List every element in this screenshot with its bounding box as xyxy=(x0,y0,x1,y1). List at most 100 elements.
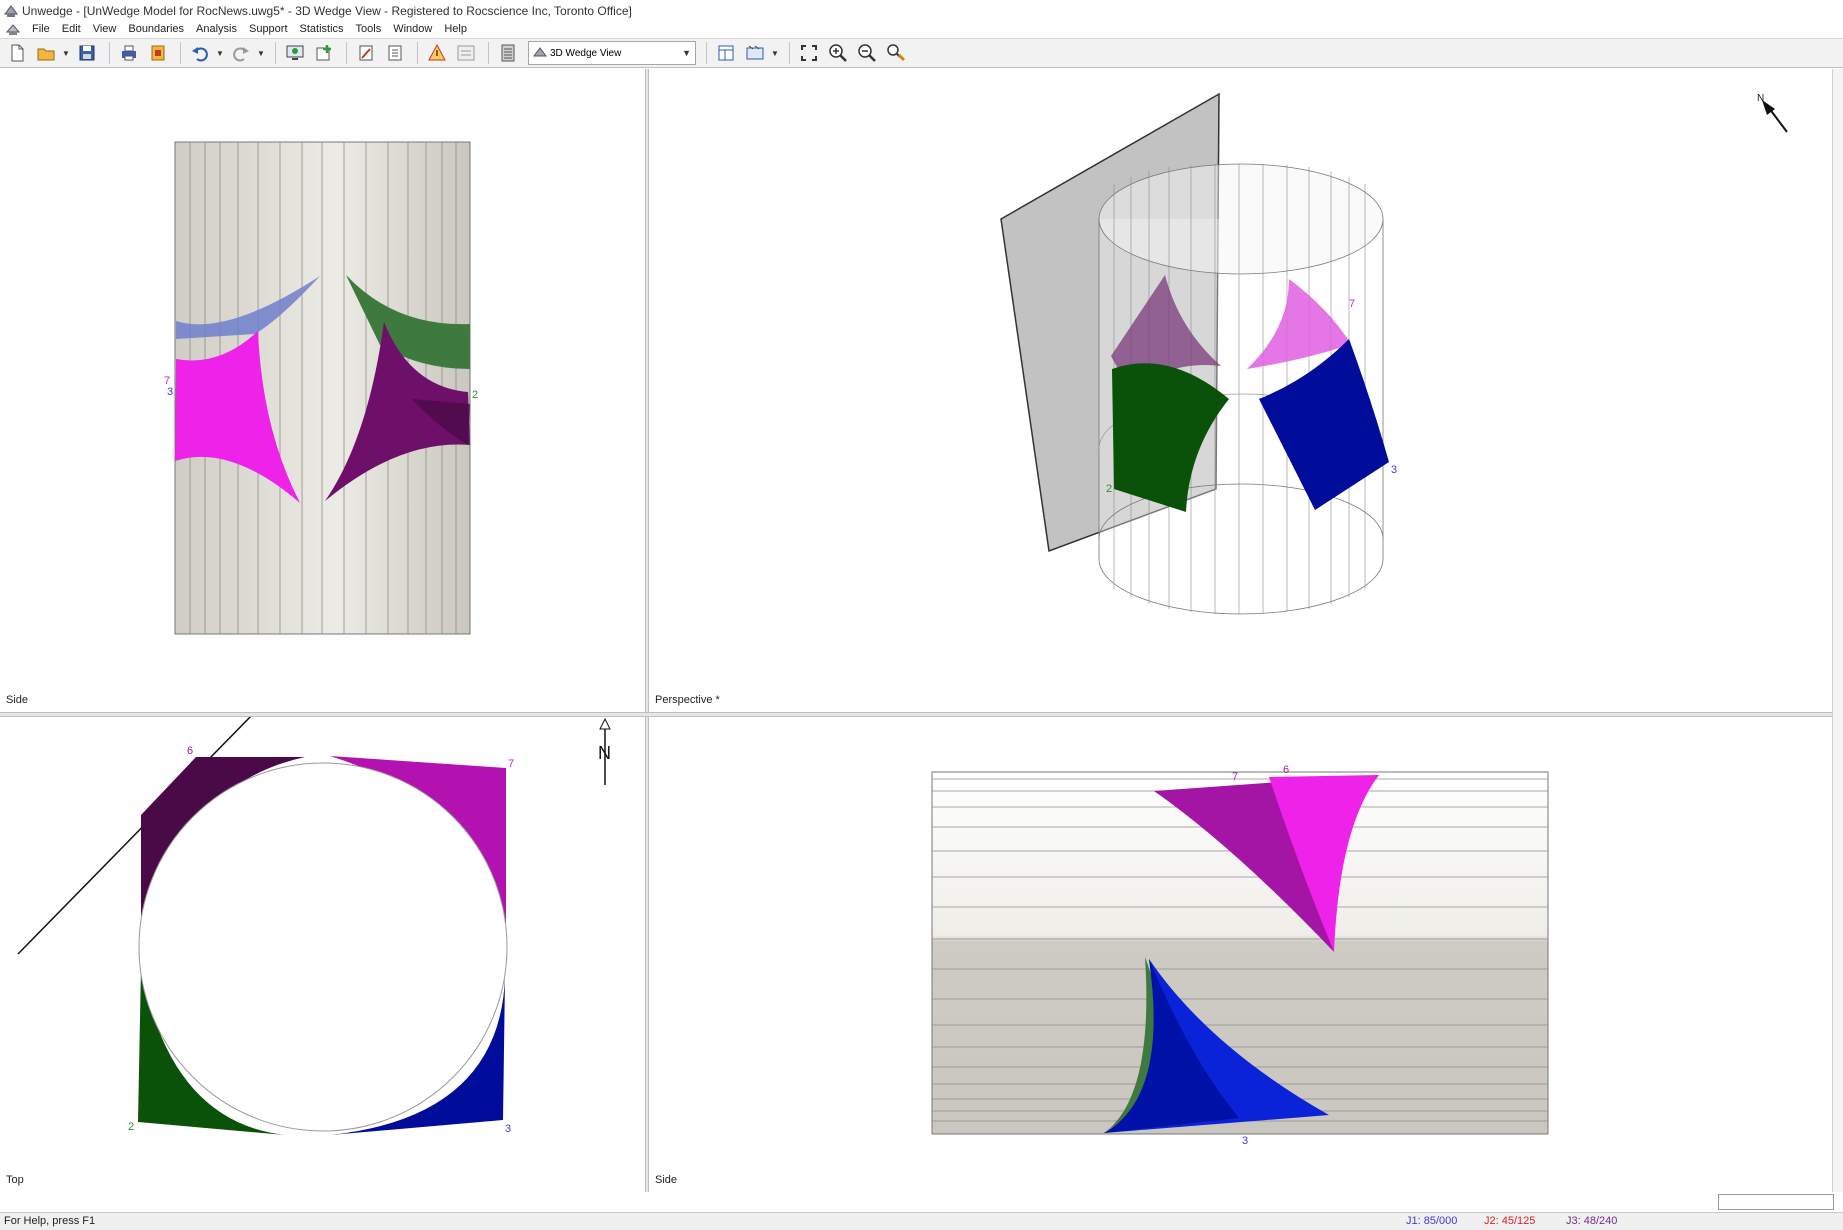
side-view-scene: 7 3 2 xyxy=(164,141,478,635)
open-button[interactable] xyxy=(33,41,59,65)
pane-label-perspective: Perspective * xyxy=(655,694,720,706)
properties-button[interactable] xyxy=(495,41,521,65)
label-wedge-7: 7 xyxy=(508,758,514,770)
label-wedge-3: 3 xyxy=(167,386,173,398)
joint-1-orientation: J1: 85/000 xyxy=(1406,1215,1458,1227)
north-label: N xyxy=(1757,93,1764,104)
print-button[interactable] xyxy=(116,41,142,65)
toolbar-separator xyxy=(417,42,418,64)
right-edge-bar[interactable] xyxy=(1832,69,1843,1192)
undo-button[interactable] xyxy=(187,41,213,65)
status-help-text: For Help, press F1 xyxy=(4,1215,96,1227)
menu-analysis[interactable]: Analysis xyxy=(190,23,243,35)
title-bar: Unwedge - [UnWedge Model for RocNews.uwg… xyxy=(0,0,1843,21)
toolbar-separator xyxy=(706,42,707,64)
north-arrow-icon: N xyxy=(598,717,611,785)
open-folder-icon xyxy=(37,48,55,61)
redo-button[interactable] xyxy=(228,41,254,65)
properties-icon xyxy=(501,44,515,62)
pane-label-side-2: Side xyxy=(655,1174,678,1186)
new-file-icon xyxy=(11,44,24,62)
toolbar-separator xyxy=(109,42,110,64)
tunnel-section xyxy=(138,762,508,1132)
app-icon xyxy=(4,4,18,17)
save-button[interactable] xyxy=(74,41,100,65)
redo-icon xyxy=(233,47,249,62)
edit-icon xyxy=(359,45,373,61)
edit-button[interactable] xyxy=(353,41,379,65)
perspective-view-scene: 7 2 3 N xyxy=(1000,92,1788,615)
report-button[interactable] xyxy=(382,41,408,65)
zoom-in-icon xyxy=(829,44,847,62)
joint-3-orientation: J3: 48/240 xyxy=(1566,1215,1618,1227)
menu-bar: File Edit View Boundaries Analysis Suppo… xyxy=(0,21,1843,37)
open-dropdown-caret[interactable]: ▼ xyxy=(62,41,70,65)
zoom-in-button[interactable] xyxy=(825,41,851,65)
display-button[interactable] xyxy=(742,41,768,65)
toolbar-separator xyxy=(488,42,489,64)
info-icon xyxy=(457,45,475,61)
perspective-view-pane[interactable]: 7 2 3 N Perspective * xyxy=(649,69,1832,712)
side-view-pane[interactable]: 7 3 2 Side xyxy=(0,69,645,712)
menu-support[interactable]: Support xyxy=(243,23,294,35)
top-view-pane[interactable]: 6 7 2 3 N Top xyxy=(0,717,645,1192)
warning-button[interactable] xyxy=(424,41,450,65)
redo-dropdown-caret[interactable]: ▼ xyxy=(257,41,265,65)
side-view-2-scene: 7 6 3 xyxy=(931,764,1549,1147)
monitor-button[interactable] xyxy=(282,41,308,65)
warning-icon xyxy=(428,43,446,61)
display-icon xyxy=(746,45,764,60)
label-wedge-6: 6 xyxy=(1283,764,1289,776)
north-label: N xyxy=(598,743,611,763)
export-button[interactable] xyxy=(145,41,171,65)
monitor-icon xyxy=(286,45,304,60)
status-progress-box xyxy=(1718,1194,1834,1210)
menu-tools[interactable]: Tools xyxy=(350,23,388,35)
display-dropdown-caret[interactable]: ▼ xyxy=(771,41,779,65)
label-wedge-3: 3 xyxy=(505,1123,511,1135)
toolbar: ▼ ▼ ▼ 3D Wedge View ▼ ▼ xyxy=(0,38,1843,68)
label-wedge-7: 7 xyxy=(1232,771,1238,783)
menu-view[interactable]: View xyxy=(87,23,123,35)
view-select[interactable]: 3D Wedge View ▼ xyxy=(528,41,696,65)
menu-edit[interactable]: Edit xyxy=(56,23,87,35)
undo-dropdown-caret[interactable]: ▼ xyxy=(216,41,224,65)
label-wedge-7: 7 xyxy=(1349,298,1355,310)
layout-button[interactable] xyxy=(713,41,739,65)
layout-icon xyxy=(718,45,734,61)
north-arrow-icon: N xyxy=(1757,93,1788,133)
joint-2-orientation: J2: 45/125 xyxy=(1484,1215,1536,1227)
label-wedge-3: 3 xyxy=(1391,464,1397,476)
new-file-button[interactable] xyxy=(4,41,30,65)
pane-label-top: Top xyxy=(6,1174,24,1186)
view-select-value: 3D Wedge View xyxy=(550,47,622,59)
toolbar-separator xyxy=(275,42,276,64)
menu-file[interactable]: File xyxy=(26,23,56,35)
add-icon xyxy=(316,45,331,61)
menu-boundaries[interactable]: Boundaries xyxy=(122,23,190,35)
window-title: Unwedge - [UnWedge Model for RocNews.uwg… xyxy=(22,3,632,18)
label-wedge-2: 2 xyxy=(472,389,478,401)
pan-icon xyxy=(887,44,906,62)
menu-statistics[interactable]: Statistics xyxy=(294,23,350,35)
view-select-icon xyxy=(533,47,547,57)
toolbar-separator xyxy=(789,42,790,64)
menu-help[interactable]: Help xyxy=(438,23,473,35)
document-icon[interactable] xyxy=(6,22,20,36)
toolbar-separator xyxy=(180,42,181,64)
zoom-out-button[interactable] xyxy=(854,41,880,65)
pan-button[interactable] xyxy=(883,41,909,65)
vertical-splitter[interactable] xyxy=(645,69,649,1192)
undo-icon xyxy=(192,47,208,62)
label-wedge-3: 3 xyxy=(1242,1135,1248,1147)
pane-label-side: Side xyxy=(6,694,29,706)
label-wedge-6: 6 xyxy=(187,745,193,757)
zoom-out-icon xyxy=(858,44,876,62)
menu-window[interactable]: Window xyxy=(387,23,438,35)
zoom-extents-button[interactable] xyxy=(796,41,822,65)
add-button[interactable] xyxy=(311,41,337,65)
label-wedge-2: 2 xyxy=(128,1121,134,1133)
horizontal-splitter[interactable] xyxy=(0,712,1843,717)
info-button[interactable] xyxy=(453,41,479,65)
side-view-2-pane[interactable]: 7 6 3 Side xyxy=(649,717,1832,1192)
